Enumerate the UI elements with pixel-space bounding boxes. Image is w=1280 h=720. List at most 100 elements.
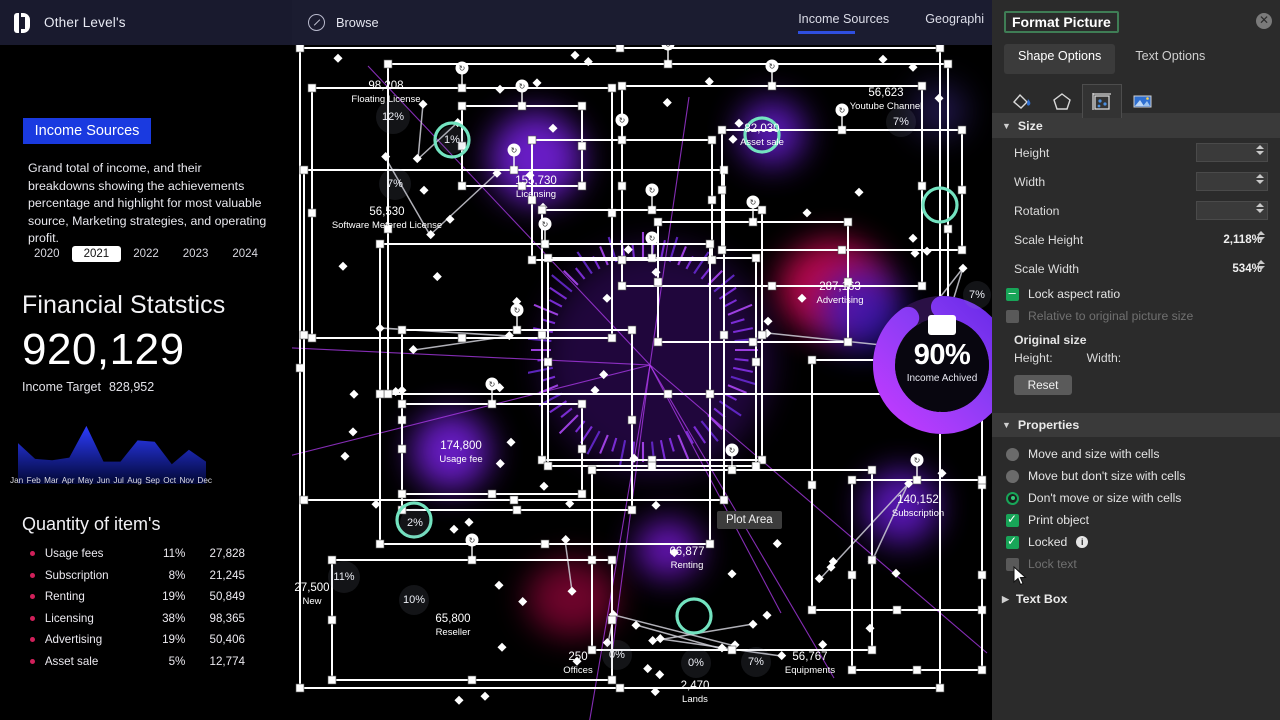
- checkbox[interactable]: [1006, 512, 1019, 527]
- brand-title: Other Level's: [44, 15, 126, 30]
- panel-tab-shape-options[interactable]: Shape Options: [1004, 44, 1116, 74]
- size-field-stepper[interactable]: [1196, 143, 1268, 162]
- panel-tab-text-options[interactable]: Text Options: [1121, 44, 1219, 74]
- month-label: Sep: [145, 476, 160, 485]
- node-label: 65,800 Reseller: [425, 613, 481, 639]
- month-label: Feb: [26, 476, 41, 485]
- chevron-down-icon: ▼: [1002, 121, 1011, 131]
- checkbox[interactable]: [1006, 534, 1019, 549]
- year-tab-2022[interactable]: 2022: [121, 246, 171, 262]
- node-name: Offices: [563, 665, 593, 676]
- radio-button[interactable]: [1006, 491, 1019, 505]
- browse-button[interactable]: Browse: [308, 14, 379, 31]
- svg-text:↻: ↻: [519, 82, 526, 91]
- node-value: 2,470: [680, 680, 710, 692]
- year-tab-2024[interactable]: 2024: [220, 246, 270, 262]
- percent-bubble: 10%: [399, 585, 429, 615]
- property-check-row[interactable]: Lockedi: [992, 531, 1280, 553]
- properties-radio-group: Move and size with cells Move but don't s…: [992, 437, 1280, 509]
- svg-text:↻: ↻: [649, 234, 656, 243]
- size-fields: Height Width Rotation Scale Height 2,118% Sca…: [992, 138, 1280, 283]
- year-tab-group: 2020 2021 2022 2023 2024: [22, 245, 270, 263]
- node-label: 155,730 Licensing: [500, 175, 572, 201]
- size-properties-icon[interactable]: [1082, 84, 1122, 118]
- reset-button[interactable]: Reset: [1014, 375, 1072, 395]
- property-check-row[interactable]: Print object: [992, 509, 1280, 531]
- panel-header: Format Picture ✕: [992, 0, 1280, 44]
- percent-bubble: 1%: [438, 126, 466, 154]
- size-field-label: Scale Height: [1014, 232, 1084, 247]
- node-label: 174,800 Usage fee: [428, 440, 494, 466]
- chart-canvas[interactable]: ↻↻↻↻↻↻↻↻↻↻↻↻↻↻↻↻↻↻ 90% Income Achived 98: [292, 0, 992, 720]
- radio-button[interactable]: [1006, 469, 1019, 483]
- node-value: 155,730: [515, 175, 557, 187]
- svg-text:↻: ↻: [542, 220, 549, 229]
- size-field-row: Scale Width 534%: [992, 254, 1280, 283]
- size-field-row: Width: [992, 167, 1280, 196]
- stepper-arrows-icon[interactable]: [1256, 174, 1264, 184]
- node-value: 56,767: [792, 651, 828, 663]
- node-label: 2,470 Lands: [674, 680, 716, 706]
- original-size-values: Height: Width:: [992, 349, 1280, 371]
- node-value: 287,163: [819, 281, 861, 293]
- stepper-arrows-icon[interactable]: [1257, 231, 1265, 241]
- svg-text:↻: ↻: [459, 64, 466, 73]
- chevron-down-icon: ▼: [1002, 420, 1011, 430]
- stepper-arrows-icon[interactable]: [1257, 260, 1265, 270]
- size-field-stepper[interactable]: 534%: [1196, 259, 1268, 278]
- picture-icon[interactable]: [1122, 84, 1162, 118]
- month-label: Jan: [10, 476, 24, 485]
- percent-bubble: 7%: [886, 107, 916, 137]
- lock-aspect-ratio-row[interactable]: Lock aspect ratio: [992, 283, 1280, 305]
- properties-section-header[interactable]: ▼ Properties: [992, 413, 1280, 437]
- percent-bubble: 12%: [376, 100, 410, 134]
- node-name: Licensing: [515, 189, 557, 200]
- month-axis-labels: Jan Feb Mar Apr May Jun Jul Aug Sep Oct Nov Dec: [10, 476, 212, 485]
- node-name: Lands: [682, 694, 708, 705]
- tab-income-sources[interactable]: Income Sources: [798, 12, 889, 34]
- year-tab-2023[interactable]: 2023: [171, 246, 221, 262]
- income-achieved-gauge[interactable]: 90% Income Achived: [870, 293, 992, 437]
- year-tab-2020[interactable]: 2020: [22, 246, 72, 262]
- year-tab-2021[interactable]: 2021: [71, 246, 122, 262]
- property-radio-row[interactable]: Move but don't size with cells: [992, 465, 1280, 487]
- property-radio-row[interactable]: Don't move or size with cells: [992, 487, 1280, 509]
- stepper-arrows-icon[interactable]: [1256, 203, 1264, 213]
- panel-tab-group: Shape Options Text Options: [992, 44, 1280, 74]
- month-label: Mar: [44, 476, 59, 485]
- financial-statistics-title: Financial Statstics: [22, 291, 226, 319]
- size-field-label: Height: [1014, 145, 1050, 160]
- app-root: Other Level's Income Sources Grand total…: [0, 0, 1280, 720]
- node-name: Software Metered License: [331, 220, 443, 231]
- node-value: 66,877: [669, 546, 705, 558]
- lock-aspect-ratio-checkbox[interactable]: [1006, 285, 1019, 301]
- svg-text:↻: ↻: [489, 380, 496, 389]
- property-radio-row[interactable]: Move and size with cells: [992, 443, 1280, 465]
- size-field-stepper[interactable]: [1196, 201, 1268, 220]
- quantity-name: Usage fees: [44, 547, 104, 561]
- node-name: Youtube Channel: [849, 101, 923, 112]
- close-icon[interactable]: ✕: [1256, 13, 1272, 29]
- fill-bucket-icon[interactable]: [1002, 84, 1042, 118]
- size-field-stepper[interactable]: 2,118%: [1196, 230, 1268, 249]
- tab-geographi[interactable]: Geographi: [925, 12, 984, 34]
- svg-text:↻: ↻: [750, 198, 757, 207]
- size-field-stepper[interactable]: [1196, 172, 1268, 191]
- pentagon-shape-icon[interactable]: [1042, 84, 1082, 118]
- node-name: Equipments: [784, 665, 836, 676]
- text-box-section-header[interactable]: ▶ Text Box: [992, 587, 1280, 611]
- sidebar-title-card[interactable]: Income Sources: [23, 118, 151, 144]
- stepper-arrows-icon[interactable]: [1256, 145, 1264, 155]
- info-icon[interactable]: i: [1076, 536, 1089, 548]
- percent-bubble: 7%: [741, 647, 771, 677]
- quantity-value: 50,849: [209, 590, 245, 604]
- quantity-title: Quantity of item's: [22, 514, 161, 534]
- panel-icon-row: [992, 74, 1280, 118]
- month-label: Aug: [127, 476, 142, 485]
- svg-text:↻: ↻: [649, 186, 656, 195]
- size-section-title: Size: [1017, 119, 1043, 133]
- radio-button[interactable]: [1006, 447, 1019, 461]
- legend-dot-icon: [30, 615, 35, 621]
- node-value: 174,800: [440, 440, 482, 452]
- svg-text:↻: ↻: [729, 446, 736, 455]
